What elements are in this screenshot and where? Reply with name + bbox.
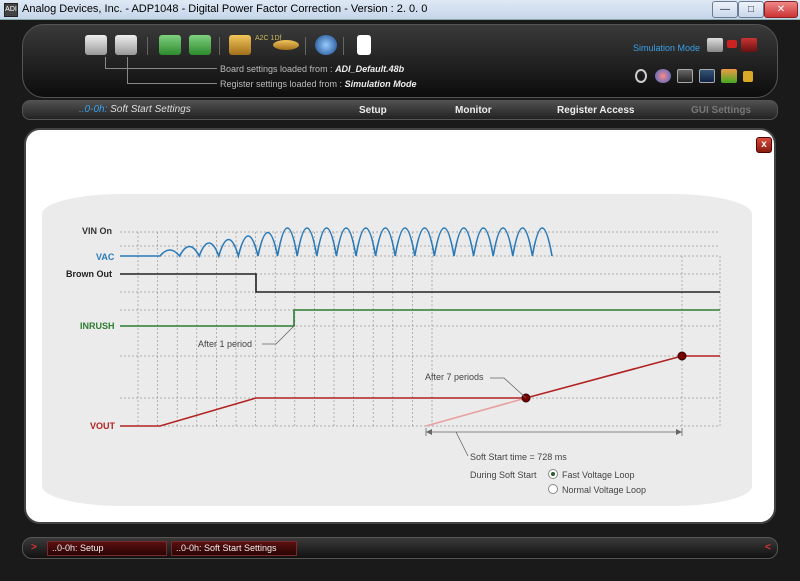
bottom-tab-setup[interactable]: ..0-0h: Setup — [47, 541, 167, 556]
bottom-tab-bar: > ..0-0h: Setup ..0-0h: Soft Start Setti… — [22, 537, 778, 559]
normal-voltage-loop-radio[interactable] — [548, 484, 558, 494]
fast-voltage-loop-label[interactable]: Fast Voltage Loop — [562, 470, 635, 480]
timing-diagram — [120, 227, 721, 457]
after-7-periods-label: After 7 periods — [425, 372, 484, 382]
app-window: ADI Analog Devices, Inc. - ADP1048 - Dig… — [0, 0, 800, 581]
fast-voltage-loop-radio[interactable] — [548, 469, 558, 479]
arrow-right-head — [676, 429, 682, 435]
scroll-right-arrow[interactable]: < — [765, 542, 771, 553]
soft-start-end-marker — [677, 351, 687, 361]
normal-voltage-loop-label[interactable]: Normal Voltage Loop — [562, 485, 646, 495]
after-1-period-leader — [262, 325, 295, 345]
vout-label: VOUT — [90, 421, 116, 431]
timing-grid — [120, 231, 721, 427]
during-soft-start-label: During Soft Start — [470, 470, 537, 480]
scroll-left-arrow[interactable]: > — [31, 542, 37, 553]
vac-label: VAC — [96, 252, 115, 262]
after-7-periods-leader — [490, 377, 527, 399]
soft-start-time-label: Soft Start time = 728 ms — [470, 452, 567, 462]
vout-signal — [120, 355, 720, 427]
bottom-tab-soft-start[interactable]: ..0-0h: Soft Start Settings — [171, 541, 297, 556]
inrush-label: INRUSH — [80, 321, 115, 331]
vout-fast-ramp — [425, 397, 527, 427]
brown-out-signal — [120, 273, 720, 293]
vin-on-label: VIN On — [82, 226, 113, 236]
brown-out-label: Brown Out — [66, 269, 112, 279]
after-1-period-label: After 1 period — [198, 339, 253, 349]
arrow-left-head — [426, 429, 432, 435]
inrush-signal — [120, 309, 720, 327]
